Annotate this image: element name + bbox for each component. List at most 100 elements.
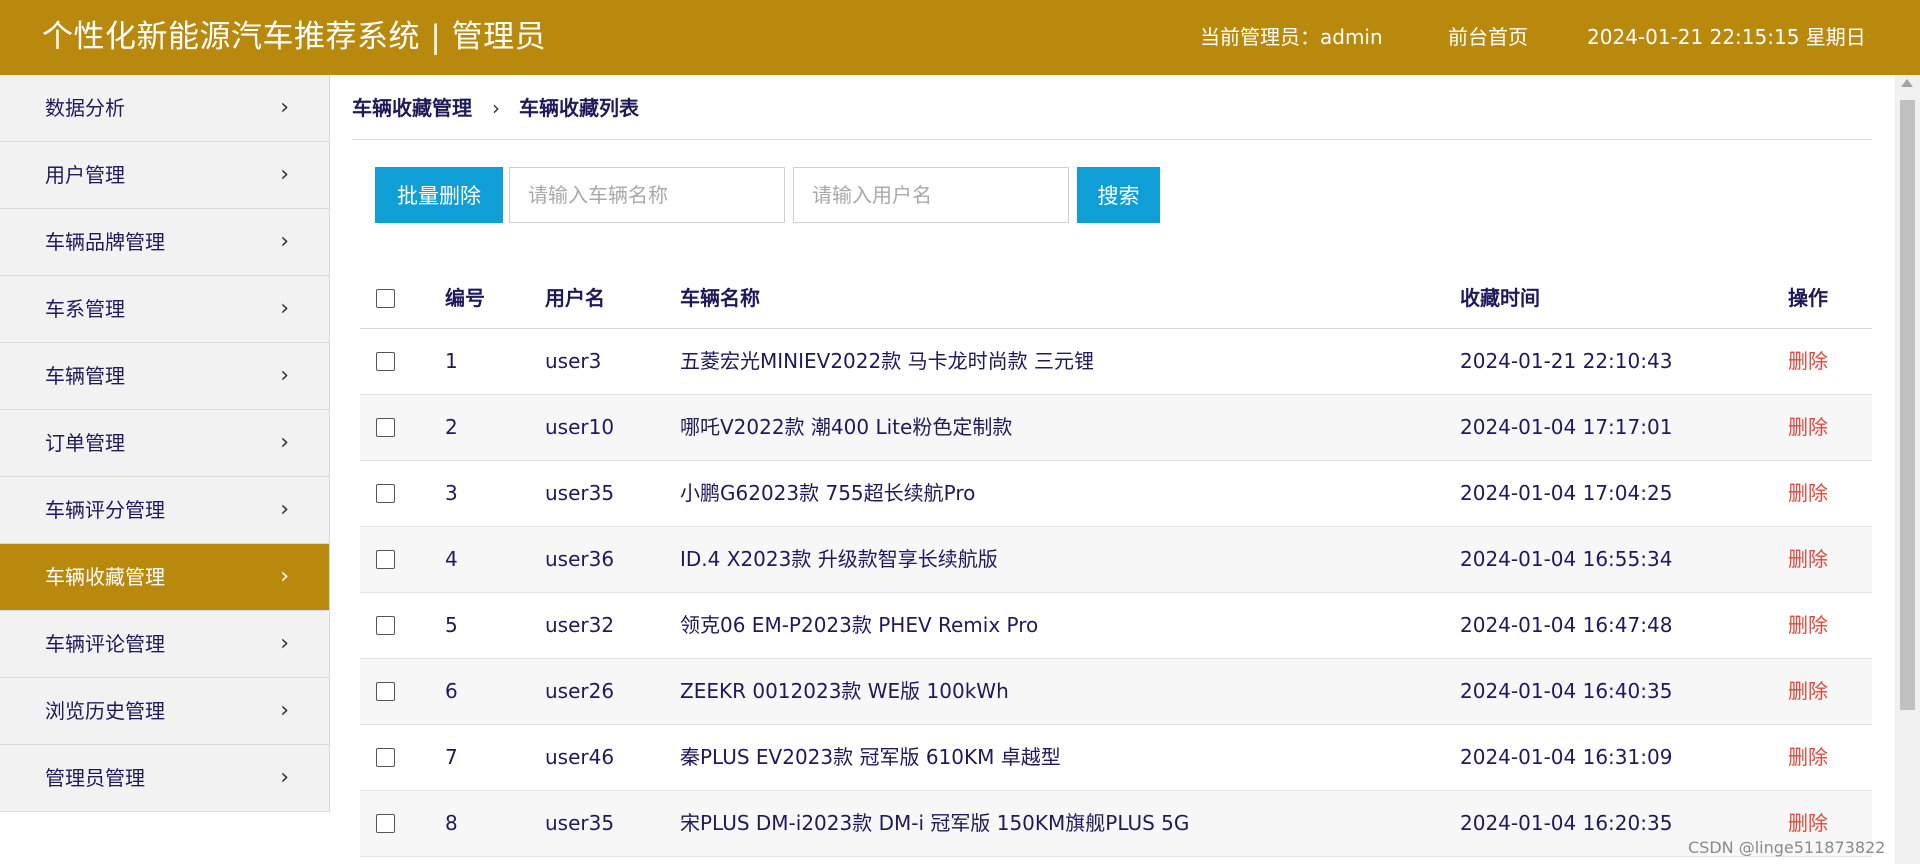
sidebar-item-data-analysis[interactable]: 数据分析 › [0,75,329,142]
row-checkbox[interactable] [376,329,395,394]
row-checkbox[interactable] [376,593,395,658]
header-username: 用户名 [545,286,605,310]
sidebar-item-car-series[interactable]: 车系管理 › [0,276,329,343]
sidebar: 数据分析 › 用户管理 › 车辆品牌管理 › 车系管理 › 车辆管理 › 订单管… [0,75,330,812]
sidebar-item-label: 车系管理 [45,297,125,321]
sidebar-item-orders[interactable]: 订单管理 › [0,410,329,477]
chevron-right-icon: › [280,430,289,455]
current-admin-label: 当前管理员：admin [1200,25,1383,49]
row-time: 2024-01-04 17:04:25 [1460,481,1673,505]
vertical-scrollbar[interactable] [1895,75,1920,864]
sidebar-item-label: 订单管理 [45,431,125,455]
row-delete-link[interactable]: 删除 [1788,461,1828,526]
row-checkbox[interactable] [376,395,395,460]
chevron-right-icon: › [280,564,289,589]
chevron-right-icon: › [280,497,289,522]
row-delete-link[interactable]: 删除 [1788,725,1828,790]
sidebar-item-favorites[interactable]: 车辆收藏管理 › [0,544,329,611]
row-time: 2024-01-04 16:20:35 [1460,811,1673,835]
breadcrumb-separator-icon: › [492,96,500,120]
username-search-input[interactable] [793,167,1069,223]
row-username: user26 [545,679,615,703]
row-time: 2024-01-04 16:31:09 [1460,745,1673,769]
search-button[interactable]: 搜索 [1077,167,1160,223]
row-id: 4 [445,547,458,571]
row-delete-link[interactable]: 删除 [1788,593,1828,658]
breadcrumb-current: 车辆收藏列表 [519,96,639,120]
chevron-right-icon: › [280,363,289,388]
row-id: 6 [445,679,458,703]
sidebar-item-admins[interactable]: 管理员管理 › [0,745,329,812]
row-car-name: 领克06 EM-P2023款 PHEV Remix Pro [680,613,1039,637]
row-username: user46 [545,745,615,769]
scrollbar-thumb[interactable] [1900,100,1915,710]
row-checkbox[interactable] [376,791,395,856]
sidebar-item-label: 车辆评论管理 [45,632,165,656]
row-car-name: ZEEKR 0012023款 WE版 100kWh [680,679,1009,703]
row-username: user32 [545,613,615,637]
sidebar-item-cars[interactable]: 车辆管理 › [0,343,329,410]
row-car-name: ID.4 X2023款 升级款智享长续航版 [680,547,998,571]
sidebar-item-label: 用户管理 [45,163,125,187]
chevron-right-icon: › [280,765,289,790]
scroll-up-arrow-icon[interactable] [1901,79,1913,87]
sidebar-item-label: 车辆品牌管理 [45,230,165,254]
row-delete-link[interactable]: 删除 [1788,329,1828,394]
row-car-name: 哪吒V2022款 潮400 Lite粉色定制款 [680,415,1013,439]
table-row: 5 user32 领克06 EM-P2023款 PHEV Remix Pro 2… [360,593,1872,659]
row-delete-link[interactable]: 删除 [1788,659,1828,724]
select-all-checkbox[interactable] [376,265,395,331]
sidebar-item-label: 车辆管理 [45,364,125,388]
row-checkbox[interactable] [376,461,395,526]
row-id: 3 [445,481,458,505]
sidebar-item-car-brands[interactable]: 车辆品牌管理 › [0,209,329,276]
row-delete-link[interactable]: 删除 [1788,527,1828,592]
row-id: 7 [445,745,458,769]
table-header-row: 编号 用户名 车辆名称 收藏时间 操作 [360,265,1872,329]
row-checkbox[interactable] [376,659,395,724]
breadcrumb-parent[interactable]: 车辆收藏管理 [352,75,472,141]
row-time: 2024-01-21 22:10:43 [1460,349,1673,373]
row-username: user3 [545,349,602,373]
row-checkbox[interactable] [376,527,395,592]
breadcrumb: 车辆收藏管理 › 车辆收藏列表 [352,75,1872,140]
car-name-search-input[interactable] [509,167,785,223]
row-delete-link[interactable]: 删除 [1788,395,1828,460]
header-time: 收藏时间 [1460,286,1540,310]
table-row: 7 user46 秦PLUS EV2023款 冠军版 610KM 卓越型 202… [360,725,1872,791]
row-id: 2 [445,415,458,439]
row-checkbox[interactable] [376,725,395,790]
chevron-right-icon: › [280,162,289,187]
header-id: 编号 [445,286,485,310]
row-username: user35 [545,481,615,505]
chevron-right-icon: › [280,698,289,723]
row-username: user35 [545,811,615,835]
row-car-name: 小鹏G62023款 755超长续航Pro [680,481,976,505]
chevron-right-icon: › [280,95,289,120]
app-title: 个性化新能源汽车推荐系统 | 管理员 [42,19,547,55]
sidebar-item-label: 车辆收藏管理 [45,565,165,589]
batch-delete-button[interactable]: 批量删除 [375,167,503,223]
table-row: 6 user26 ZEEKR 0012023款 WE版 100kWh 2024-… [360,659,1872,725]
chevron-right-icon: › [280,229,289,254]
sidebar-item-label: 数据分析 [45,96,125,120]
row-time: 2024-01-04 16:47:48 [1460,613,1673,637]
chevron-right-icon: › [280,631,289,656]
top-header: 个性化新能源汽车推荐系统 | 管理员 当前管理员：admin 前台首页 2024… [0,0,1920,75]
sidebar-item-label: 管理员管理 [45,766,145,790]
sidebar-item-label: 浏览历史管理 [45,699,165,723]
row-username: user10 [545,415,615,439]
row-username: user36 [545,547,615,571]
row-car-name: 秦PLUS EV2023款 冠军版 610KM 卓越型 [680,745,1061,769]
header-car-name: 车辆名称 [680,286,760,310]
sidebar-item-label: 车辆评分管理 [45,498,165,522]
home-link[interactable]: 前台首页 [1448,0,1528,75]
sidebar-item-ratings[interactable]: 车辆评分管理 › [0,477,329,544]
row-id: 5 [445,613,458,637]
row-id: 8 [445,811,458,835]
datetime-display: 2024-01-21 22:15:15 星期日 [1587,25,1866,49]
sidebar-item-comments[interactable]: 车辆评论管理 › [0,611,329,678]
sidebar-item-browse-history[interactable]: 浏览历史管理 › [0,678,329,745]
header-action: 操作 [1788,286,1828,310]
sidebar-item-users[interactable]: 用户管理 › [0,142,329,209]
